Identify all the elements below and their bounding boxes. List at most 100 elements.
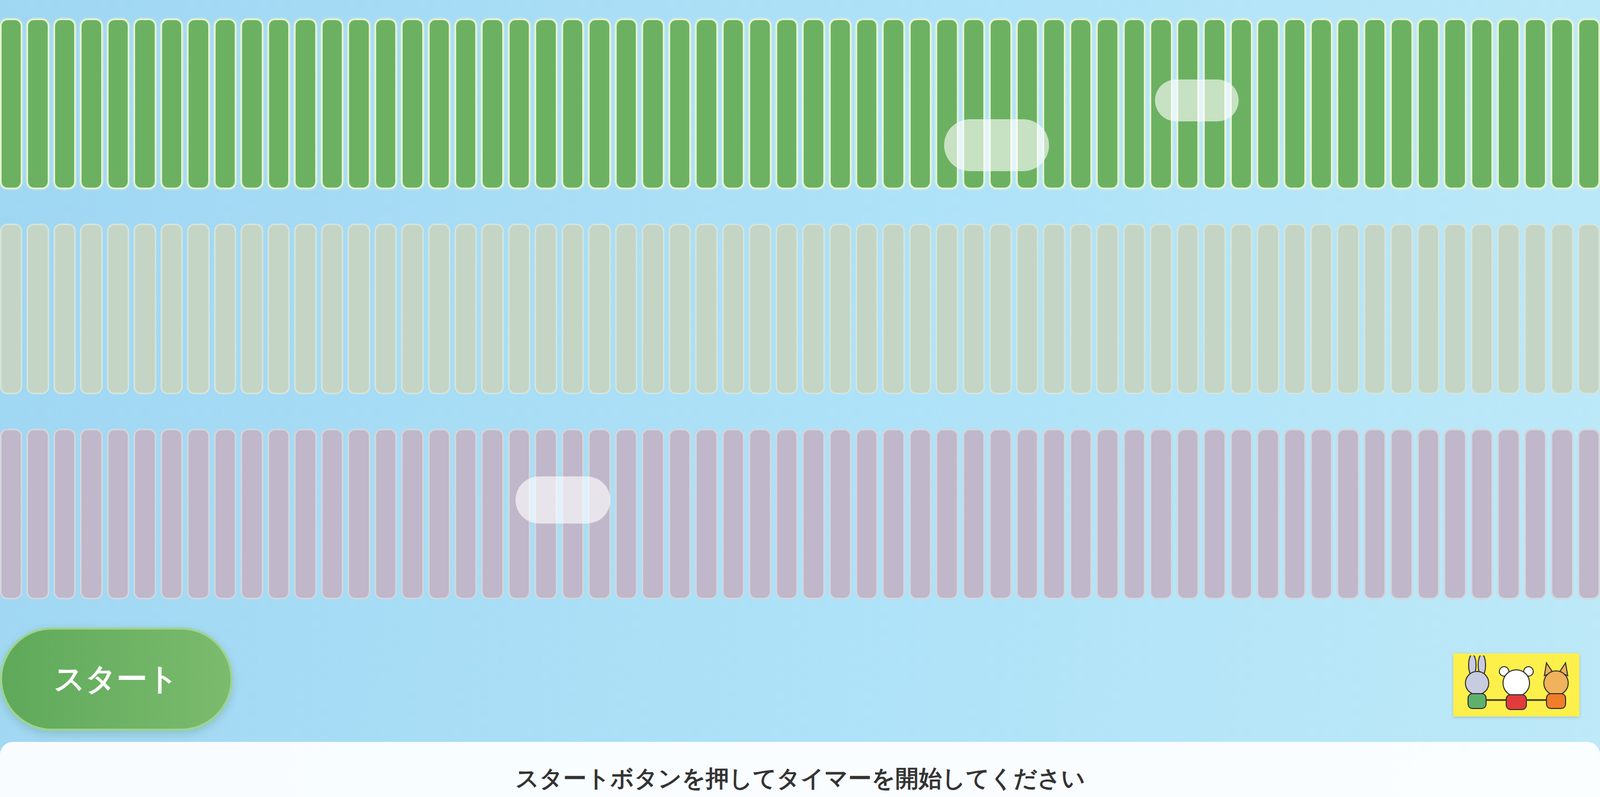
timer-segment: [1363, 428, 1386, 600]
timer-segment: [534, 223, 557, 395]
timer-segment: [374, 223, 397, 395]
timer-segment: [1390, 428, 1413, 600]
timer-segment: [775, 223, 798, 395]
timer-segment: [1577, 223, 1600, 395]
timer-segment: [1149, 428, 1172, 600]
timer-segment: [1149, 223, 1172, 395]
timer-segment: [1524, 18, 1547, 190]
timer-row: [0, 18, 1600, 190]
timer-segment: [133, 18, 156, 190]
timer-segment: [267, 223, 290, 395]
timer-segment: [321, 223, 344, 395]
timer-segment: [160, 18, 183, 190]
timer-segment: [267, 18, 290, 190]
timer-segment: [347, 428, 370, 600]
timer-segment: [240, 428, 263, 600]
timer-segment: [641, 223, 664, 395]
timer-segment: [1310, 428, 1333, 600]
timer-segment: [1069, 18, 1092, 190]
timer-segment: [882, 18, 905, 190]
timer-segment: [935, 223, 958, 395]
timer-segment: [80, 428, 103, 600]
timer-segment: [481, 223, 504, 395]
timer-segment: [855, 428, 878, 600]
timer-segment: [1016, 223, 1039, 395]
timer-segment: [401, 428, 424, 600]
timer-segment: [722, 18, 745, 190]
timer-segment: [1096, 18, 1119, 190]
timer-segment: [107, 428, 130, 600]
timer-segment: [722, 428, 745, 600]
timer-segment: [1256, 223, 1279, 395]
timer-segment: [428, 223, 451, 395]
timer-segment: [641, 428, 664, 600]
timer-segment: [1256, 428, 1279, 600]
timer-segment: [1310, 223, 1333, 395]
timer-segment: [1390, 18, 1413, 190]
timer-segment: [561, 223, 584, 395]
timer-segment: [989, 223, 1012, 395]
timer-segment: [1203, 223, 1226, 395]
timer-segment: [855, 18, 878, 190]
timer-segment: [187, 223, 210, 395]
timer-segment: [133, 428, 156, 600]
timer-segment: [401, 18, 424, 190]
timer-segment: [26, 223, 49, 395]
timer-segment: [668, 223, 691, 395]
start-button[interactable]: スタート: [0, 627, 233, 731]
timer-segment: [1497, 223, 1520, 395]
timer-segment: [1470, 428, 1493, 600]
timer-segment: [294, 428, 317, 600]
timer-segment: [133, 223, 156, 395]
timer-segment: [962, 428, 985, 600]
timer-segment: [615, 223, 638, 395]
timer-segment: [829, 428, 852, 600]
timer-segment: [214, 428, 237, 600]
timer-segment: [294, 223, 317, 395]
timer-segment: [829, 18, 852, 190]
timer-rows: [0, 0, 1600, 600]
timer-segment: [695, 223, 718, 395]
timer-segment: [534, 18, 557, 190]
timer-segment: [107, 223, 130, 395]
timer-segment: [294, 18, 317, 190]
timer-segment: [1336, 223, 1359, 395]
timer-segment: [374, 18, 397, 190]
timer-segment: [240, 223, 263, 395]
timer-segment: [1550, 18, 1573, 190]
timer-segment: [1123, 428, 1146, 600]
timer-segment: [1096, 223, 1119, 395]
timer-segment: [1176, 223, 1199, 395]
timer-segment: [1443, 223, 1466, 395]
timer-segment: [588, 223, 611, 395]
timer-segment: [1310, 18, 1333, 190]
logo: [1453, 653, 1580, 717]
timer-segment: [588, 18, 611, 190]
timer-segment: [909, 428, 932, 600]
timer-row: [0, 428, 1600, 600]
timer-segment: [1577, 18, 1600, 190]
timer-segment: [1577, 428, 1600, 600]
timer-segment: [0, 428, 23, 600]
timer-segment: [481, 18, 504, 190]
timer-segment: [855, 223, 878, 395]
timer-segment: [615, 428, 638, 600]
timer-segment: [1417, 18, 1440, 190]
timer-segment: [347, 18, 370, 190]
timer-segment: [695, 18, 718, 190]
timer-segment: [1203, 428, 1226, 600]
timer-segment: [26, 428, 49, 600]
timer-segment: [240, 18, 263, 190]
timer-segment: [1470, 18, 1493, 190]
timer-segment: [748, 223, 771, 395]
timer-segment: [454, 428, 477, 600]
timer-segment: [1230, 428, 1253, 600]
timer-segment: [802, 428, 825, 600]
timer-segment: [1550, 223, 1573, 395]
timer-segment: [668, 428, 691, 600]
timer-segment: [1016, 428, 1039, 600]
timer-segment: [1524, 223, 1547, 395]
timer-segment: [26, 18, 49, 190]
timer-segment: [1497, 428, 1520, 600]
timer-segment: [508, 223, 531, 395]
